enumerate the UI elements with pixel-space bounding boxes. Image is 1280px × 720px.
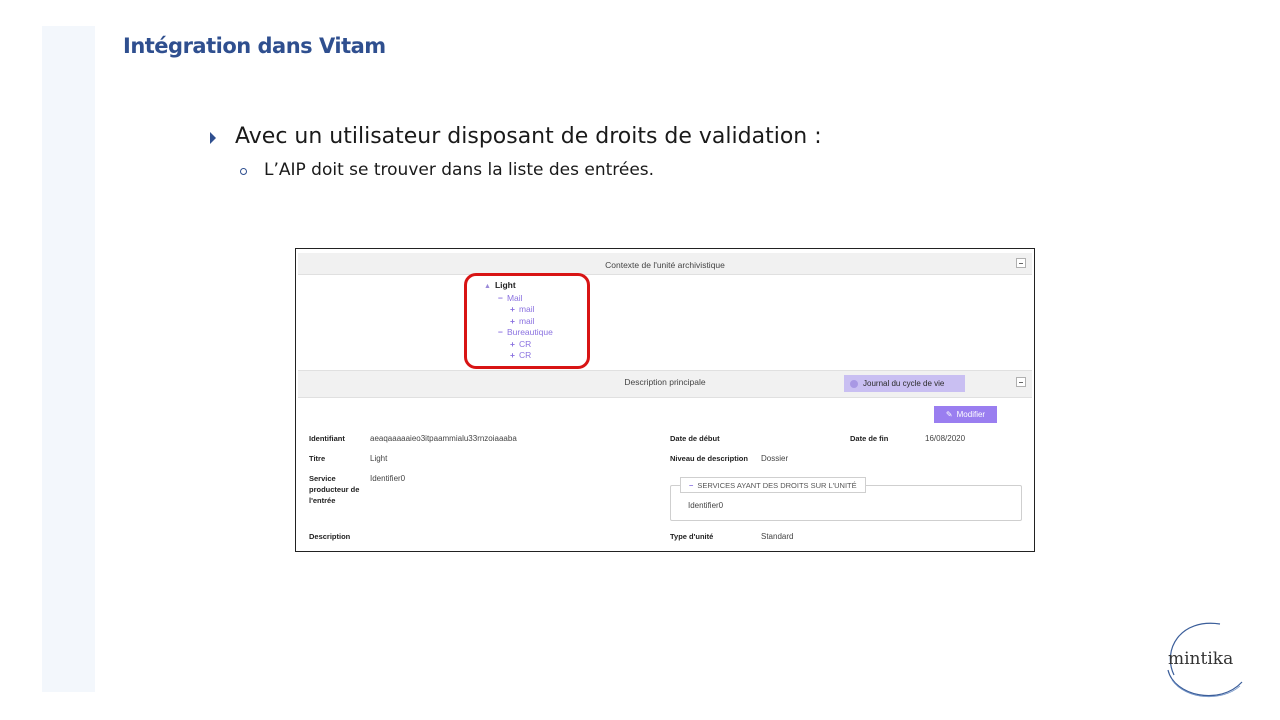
service-label-line3: l'entrée	[309, 496, 336, 505]
vitam-screenshot: Contexte de l'unité archivistique ▲ Light…	[295, 248, 1035, 552]
red-highlight-outline	[464, 273, 590, 369]
collapse-description-button[interactable]	[1016, 377, 1026, 387]
circle-bullet-icon	[240, 167, 247, 175]
niveau-label: Niveau de description	[670, 454, 748, 463]
bullet-level1: Avec un utilisateur disposant de droits …	[210, 124, 822, 149]
service-label-line1: Service	[309, 474, 336, 483]
services-legend-label: SERVICES AYANT DES DROITS SUR L'UNITÉ	[697, 480, 857, 490]
journal-cycle-vie-button[interactable]: Journal du cycle de vie	[844, 375, 965, 392]
bullet-level2: L’AIP doit se trouver dans la liste des …	[240, 160, 654, 180]
date-fin-label: Date de fin	[850, 434, 889, 443]
service-label: Service producteur de l'entrée	[309, 473, 359, 506]
date-fin-value: 16/08/2020	[925, 434, 966, 443]
edit-icon: ✎	[945, 410, 953, 419]
bullet-level1-text: Avec un utilisateur disposant de droits …	[235, 124, 822, 149]
collapse-context-button[interactable]	[1016, 258, 1026, 268]
bullet-level2-text: L’AIP doit se trouver dans la liste des …	[264, 160, 655, 180]
identifiant-label: Identifiant	[309, 434, 345, 443]
type-unite-value: Standard	[761, 532, 794, 541]
description-label: Description	[309, 532, 351, 541]
collapse-icon: −	[689, 480, 694, 490]
modifier-button[interactable]: ✎ Modifier	[934, 406, 997, 423]
services-legend[interactable]: − SERVICES AYANT DES DROITS SUR L'UNITÉ	[680, 477, 866, 493]
identifiant-value: aeaqaaaaaieo3itpaammialu33rnzoiaaaba	[370, 434, 517, 443]
context-panel-header: Contexte de l'unité archivistique	[298, 253, 1032, 275]
journal-icon	[850, 379, 858, 388]
triangle-bullet-icon	[210, 131, 216, 144]
context-panel-title: Contexte de l'unité archivistique	[605, 260, 725, 270]
modifier-button-label: Modifier	[956, 410, 986, 419]
service-value: Identifier0	[370, 474, 406, 483]
type-unite-label: Type d'unité	[670, 532, 714, 541]
titre-value: Light	[370, 454, 388, 463]
titre-label: Titre	[309, 454, 326, 463]
mintika-logo: mintika	[1167, 622, 1243, 697]
date-debut-label: Date de début	[670, 434, 720, 443]
slide-title: Intégration dans Vitam	[123, 34, 386, 58]
services-value: Identifier0	[688, 501, 724, 510]
left-decorative-band	[42, 26, 95, 692]
service-label-line2: producteur de	[309, 485, 360, 494]
niveau-value: Dossier	[761, 454, 789, 463]
logo-text: mintika	[1168, 649, 1233, 669]
journal-button-label: Journal du cycle de vie	[863, 379, 945, 388]
